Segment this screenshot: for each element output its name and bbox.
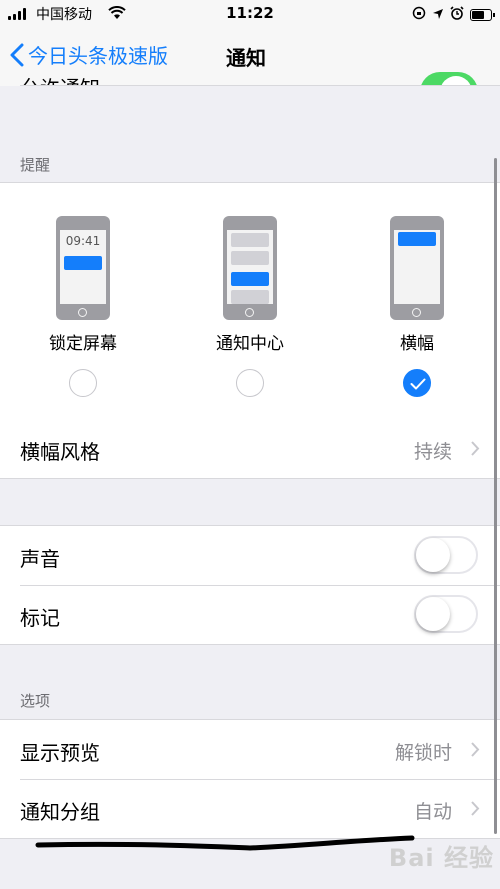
banner-style-value: 持续 (413, 441, 452, 463)
banner-preview-icon[interactable] (390, 216, 444, 320)
sound-row: 声音 (0, 526, 500, 585)
show-preview-label: 显示预览 (20, 741, 100, 765)
checkmark-icon (410, 378, 426, 390)
banner-radio-selected[interactable] (403, 369, 431, 397)
preview-time: 09:41 (65, 234, 101, 248)
battery-icon (470, 8, 495, 21)
notification-center-radio[interactable] (236, 369, 264, 397)
lock-screen-preview-icon[interactable]: 09:41 (56, 216, 110, 320)
chevron-right-icon (471, 742, 480, 757)
back-button[interactable]: 今日头条极速版 (10, 40, 168, 69)
allow-notifications-toggle[interactable] (420, 72, 478, 86)
sound-label: 声音 (20, 547, 60, 571)
notification-center-label: 通知中心 (216, 334, 284, 354)
badge-row: 标记 (0, 585, 500, 644)
chevron-right-icon (471, 441, 480, 456)
options-section-header: 选项 (20, 692, 51, 710)
chevron-left-icon (10, 43, 24, 66)
location-icon (432, 5, 444, 24)
rotation-lock-icon (412, 5, 426, 24)
chevron-right-icon (471, 801, 480, 816)
lock-screen-radio[interactable] (69, 369, 97, 397)
lock-screen-label: 锁定屏幕 (49, 334, 117, 354)
badge-toggle[interactable] (414, 595, 478, 633)
alert-style-picker: 09:41 锁定屏幕 通知中心 横幅 (0, 183, 500, 419)
alerts-section-header: 提醒 (20, 156, 51, 174)
notification-center-preview-icon[interactable] (223, 216, 277, 320)
banner-style-row[interactable]: 横幅风格 持续 (0, 419, 500, 478)
watermark-logo: Bai 经验 (388, 844, 494, 872)
badge-label: 标记 (20, 606, 60, 630)
banner-label: 横幅 (400, 334, 434, 354)
back-button-label: 今日头条极速版 (28, 44, 168, 68)
scrolled-row-remnant: 允许通知 (20, 72, 100, 86)
alarm-icon (450, 5, 464, 24)
status-bar: 中国移动 11:22 (0, 0, 500, 28)
banner-style-label: 横幅风格 (20, 440, 100, 464)
alerts-group: 09:41 锁定屏幕 通知中心 横幅 横幅风格 持续 (0, 182, 500, 479)
sound-badge-group: 声音 标记 (0, 525, 500, 645)
page-title: 通知 (226, 46, 266, 70)
show-preview-row[interactable]: 显示预览 解锁时 (0, 720, 500, 779)
scroll-indicator (494, 158, 497, 834)
navigation-bar: 允许通知 今日头条极速版 通知 (0, 28, 500, 86)
sound-toggle[interactable] (414, 536, 478, 574)
show-preview-value: 解锁时 (394, 742, 452, 764)
